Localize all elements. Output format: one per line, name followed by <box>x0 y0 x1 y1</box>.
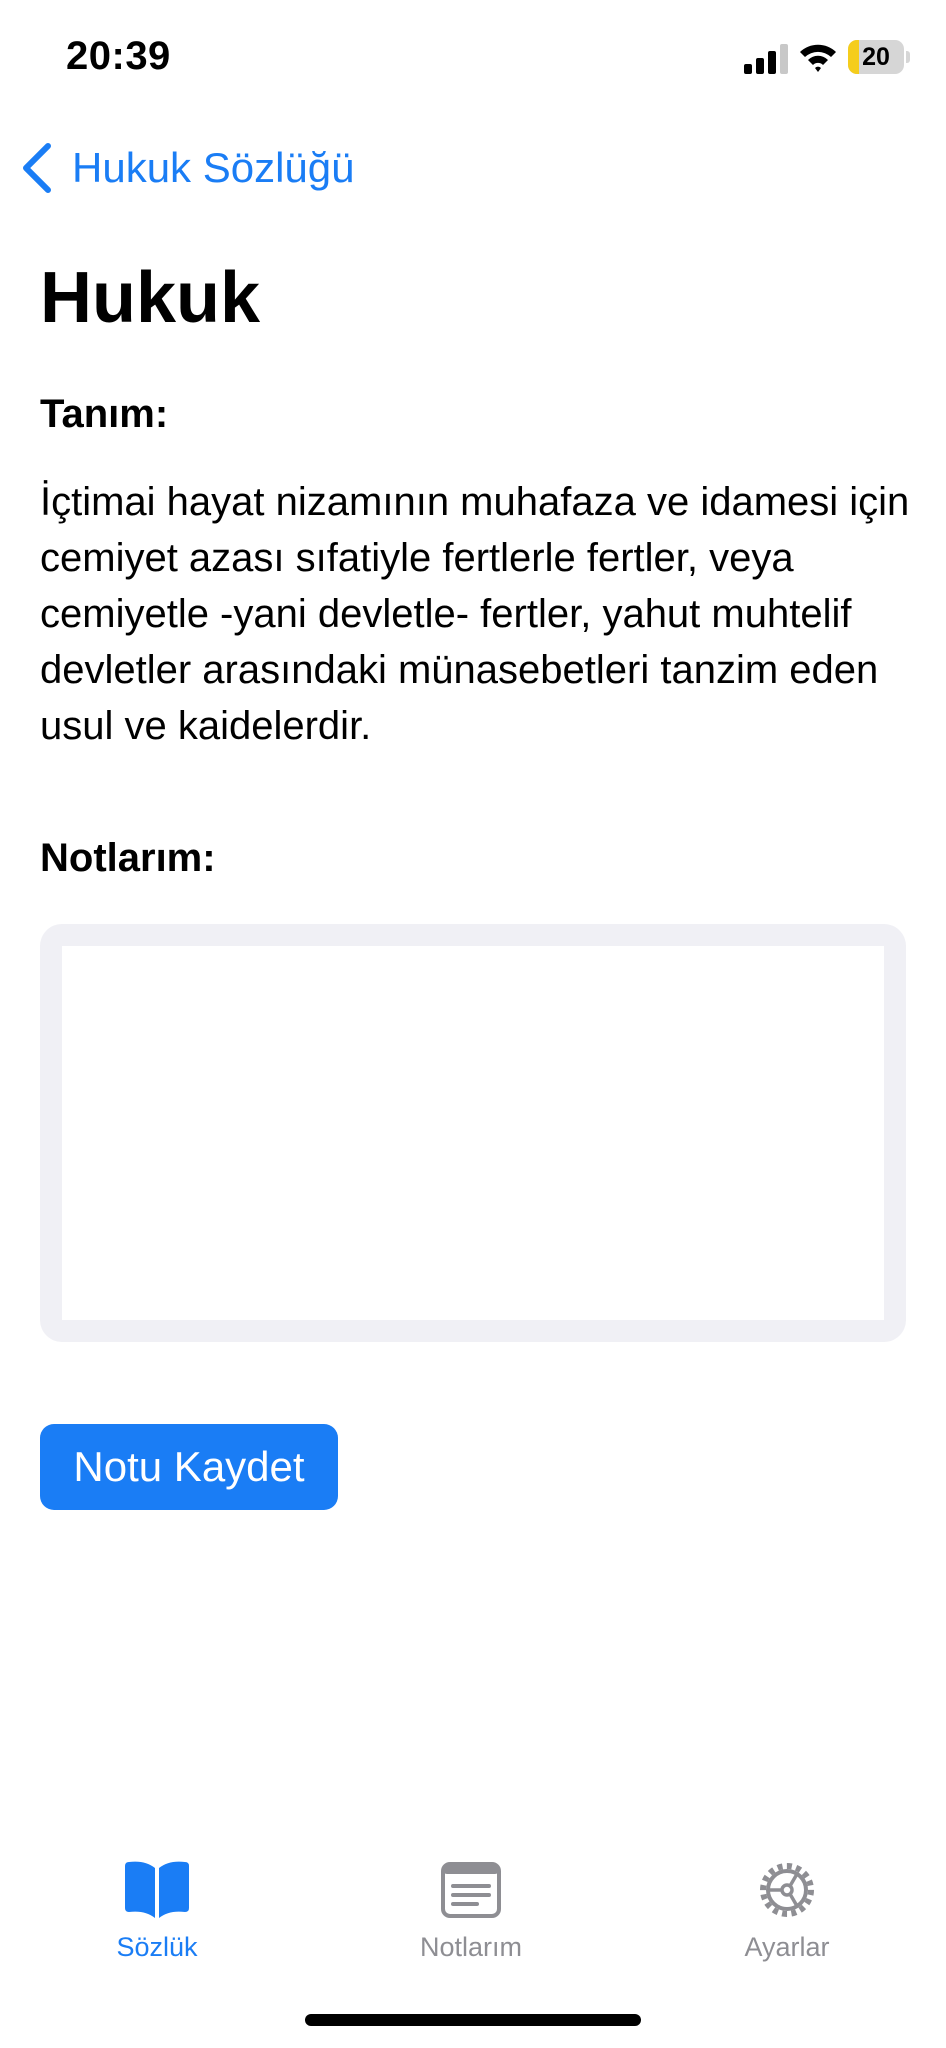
notes-container <box>40 924 906 1342</box>
notes-input[interactable] <box>62 946 884 1320</box>
save-note-button[interactable]: Notu Kaydet <box>40 1424 338 1510</box>
book-icon <box>125 1861 189 1918</box>
tab-notes-label: Notlarım <box>419 1932 522 1962</box>
tab-settings-label: Ayarlar <box>744 1932 830 1962</box>
status-bar: 20:39 20 <box>0 0 946 118</box>
definition-label: Tanım: <box>40 392 169 436</box>
page-title: Hukuk <box>40 258 261 338</box>
home-indicator <box>305 2014 641 2026</box>
gear-icon <box>760 1863 814 1917</box>
back-button-label: Hukuk Sözlüğü <box>72 144 355 191</box>
tab-dictionary[interactable]: Sözlük <box>47 1858 267 1968</box>
battery-level: 20 <box>862 43 890 71</box>
tab-notes[interactable]: Notlarım <box>361 1858 581 1968</box>
tab-bar: Sözlük Notlarım Ayarlar <box>0 1840 946 1970</box>
battery-tip <box>906 51 910 63</box>
notes-label: Notlarım: <box>40 836 216 880</box>
signal-icon <box>744 44 788 74</box>
back-button[interactable]: Hukuk Sözlüğü <box>20 138 355 198</box>
notes-icon <box>441 1862 501 1918</box>
chevron-left-icon <box>23 143 51 193</box>
status-time: 20:39 <box>66 34 171 78</box>
wifi-icon <box>800 44 836 72</box>
tab-dictionary-label: Sözlük <box>116 1932 198 1962</box>
definition-text: İçtimai hayat nizamının muhafaza ve idam… <box>40 480 910 748</box>
battery-icon: 20 <box>848 40 910 74</box>
battery-body: 20 <box>848 40 904 74</box>
tab-settings[interactable]: Ayarlar <box>677 1858 897 1968</box>
